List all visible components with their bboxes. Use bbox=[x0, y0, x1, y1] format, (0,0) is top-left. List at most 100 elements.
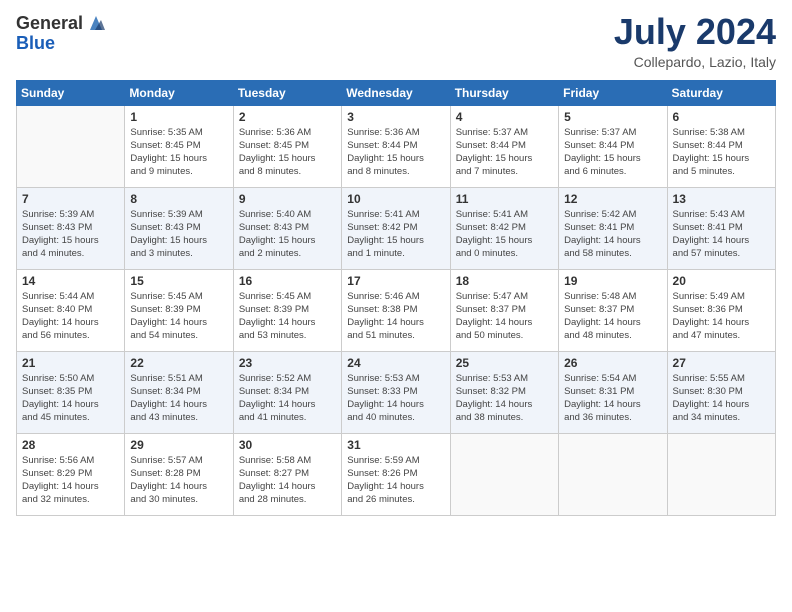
day-number: 31 bbox=[347, 438, 444, 452]
day-number: 21 bbox=[22, 356, 119, 370]
day-info: Sunrise: 5:35 AMSunset: 8:45 PMDaylight:… bbox=[130, 126, 227, 179]
day-number: 10 bbox=[347, 192, 444, 206]
day-number: 20 bbox=[673, 274, 770, 288]
table-row: 9 Sunrise: 5:40 AMSunset: 8:43 PMDaylight… bbox=[233, 187, 341, 269]
table-row: 18Sunrise: 5:47 AMSunset: 8:37 PMDayligh… bbox=[450, 269, 558, 351]
day-number: 15 bbox=[130, 274, 227, 288]
day-info: Sunrise: 5:59 AMSunset: 8:26 PMDaylight:… bbox=[347, 454, 444, 507]
header-sunday: Sunday bbox=[17, 80, 125, 105]
table-row: 5 Sunrise: 5:37 AMSunset: 8:44 PMDaylight… bbox=[559, 105, 667, 187]
day-number: 16 bbox=[239, 274, 336, 288]
header-monday: Monday bbox=[125, 80, 233, 105]
day-info: Sunrise: 5:44 AMSunset: 8:40 PMDaylight:… bbox=[22, 290, 119, 343]
table-row: 17Sunrise: 5:46 AMSunset: 8:38 PMDayligh… bbox=[342, 269, 450, 351]
day-number: 5 bbox=[564, 110, 661, 124]
subtitle: Collepardo, Lazio, Italy bbox=[614, 54, 776, 70]
table-row bbox=[450, 433, 558, 515]
calendar-week-row: 1 Sunrise: 5:35 AMSunset: 8:45 PMDaylight… bbox=[17, 105, 776, 187]
day-info: Sunrise: 5:43 AMSunset: 8:41 PMDaylight:… bbox=[673, 208, 770, 261]
day-info: Sunrise: 5:38 AMSunset: 8:44 PMDaylight:… bbox=[673, 126, 770, 179]
day-info: Sunrise: 5:45 AMSunset: 8:39 PMDaylight:… bbox=[239, 290, 336, 343]
header: General Blue July 2024 Collepardo, Lazio… bbox=[16, 12, 776, 70]
table-row: 14 Sunrise: 5:44 AMSunset: 8:40 PMDayligh… bbox=[17, 269, 125, 351]
calendar-week-row: 21 Sunrise: 5:50 AMSunset: 8:35 PMDayligh… bbox=[17, 351, 776, 433]
table-row: 29 Sunrise: 5:57 AMSunset: 8:28 PMDayligh… bbox=[125, 433, 233, 515]
day-number: 3 bbox=[347, 110, 444, 124]
day-info: Sunrise: 5:50 AMSunset: 8:35 PMDaylight:… bbox=[22, 372, 119, 425]
day-info: Sunrise: 5:52 AMSunset: 8:34 PMDaylight:… bbox=[239, 372, 336, 425]
day-number: 7 bbox=[22, 192, 119, 206]
table-row: 8 Sunrise: 5:39 AMSunset: 8:43 PMDaylight… bbox=[125, 187, 233, 269]
day-number: 14 bbox=[22, 274, 119, 288]
logo-icon bbox=[85, 12, 107, 34]
day-number: 22 bbox=[130, 356, 227, 370]
day-info: Sunrise: 5:47 AMSunset: 8:37 PMDaylight:… bbox=[456, 290, 553, 343]
day-info: Sunrise: 5:55 AMSunset: 8:30 PMDaylight:… bbox=[673, 372, 770, 425]
day-info: Sunrise: 5:42 AMSunset: 8:41 PMDaylight:… bbox=[564, 208, 661, 261]
day-info: Sunrise: 5:49 AMSunset: 8:36 PMDaylight:… bbox=[673, 290, 770, 343]
table-row: 2 Sunrise: 5:36 AMSunset: 8:45 PMDaylight… bbox=[233, 105, 341, 187]
day-number: 9 bbox=[239, 192, 336, 206]
title-block: July 2024 Collepardo, Lazio, Italy bbox=[614, 12, 776, 70]
day-info: Sunrise: 5:41 AMSunset: 8:42 PMDaylight:… bbox=[456, 208, 553, 261]
table-row bbox=[17, 105, 125, 187]
header-friday: Friday bbox=[559, 80, 667, 105]
day-number: 27 bbox=[673, 356, 770, 370]
table-row: 13Sunrise: 5:43 AMSunset: 8:41 PMDayligh… bbox=[667, 187, 775, 269]
day-info: Sunrise: 5:39 AMSunset: 8:43 PMDaylight:… bbox=[130, 208, 227, 261]
day-number: 25 bbox=[456, 356, 553, 370]
logo: General Blue bbox=[16, 12, 107, 52]
table-row: 3 Sunrise: 5:36 AMSunset: 8:44 PMDaylight… bbox=[342, 105, 450, 187]
table-row: 31 Sunrise: 5:59 AMSunset: 8:26 PMDayligh… bbox=[342, 433, 450, 515]
day-number: 19 bbox=[564, 274, 661, 288]
table-row: 30 Sunrise: 5:58 AMSunset: 8:27 PMDayligh… bbox=[233, 433, 341, 515]
day-info: Sunrise: 5:51 AMSunset: 8:34 PMDaylight:… bbox=[130, 372, 227, 425]
day-info: Sunrise: 5:54 AMSunset: 8:31 PMDaylight:… bbox=[564, 372, 661, 425]
day-number: 24 bbox=[347, 356, 444, 370]
day-info: Sunrise: 5:41 AMSunset: 8:42 PMDaylight:… bbox=[347, 208, 444, 261]
table-row: 10 Sunrise: 5:41 AMSunset: 8:42 PMDayligh… bbox=[342, 187, 450, 269]
day-info: Sunrise: 5:36 AMSunset: 8:44 PMDaylight:… bbox=[347, 126, 444, 179]
day-info: Sunrise: 5:37 AMSunset: 8:44 PMDaylight:… bbox=[564, 126, 661, 179]
table-row bbox=[667, 433, 775, 515]
day-number: 6 bbox=[673, 110, 770, 124]
calendar-week-row: 7 Sunrise: 5:39 AMSunset: 8:43 PMDaylight… bbox=[17, 187, 776, 269]
day-info: Sunrise: 5:45 AMSunset: 8:39 PMDaylight:… bbox=[130, 290, 227, 343]
table-row: 26 Sunrise: 5:54 AMSunset: 8:31 PMDayligh… bbox=[559, 351, 667, 433]
day-info: Sunrise: 5:37 AMSunset: 8:44 PMDaylight:… bbox=[456, 126, 553, 179]
table-row: 6 Sunrise: 5:38 AMSunset: 8:44 PMDaylight… bbox=[667, 105, 775, 187]
day-number: 30 bbox=[239, 438, 336, 452]
table-row: 4Sunrise: 5:37 AMSunset: 8:44 PMDaylight… bbox=[450, 105, 558, 187]
day-info: Sunrise: 5:57 AMSunset: 8:28 PMDaylight:… bbox=[130, 454, 227, 507]
main-title: July 2024 bbox=[614, 12, 776, 52]
day-number: 1 bbox=[130, 110, 227, 124]
table-row bbox=[559, 433, 667, 515]
calendar-week-row: 28Sunrise: 5:56 AMSunset: 8:29 PMDayligh… bbox=[17, 433, 776, 515]
table-row: 15 Sunrise: 5:45 AMSunset: 8:39 PMDayligh… bbox=[125, 269, 233, 351]
day-number: 2 bbox=[239, 110, 336, 124]
table-row: 27 Sunrise: 5:55 AMSunset: 8:30 PMDayligh… bbox=[667, 351, 775, 433]
days-header-row: Sunday Monday Tuesday Wednesday Thursday… bbox=[17, 80, 776, 105]
calendar-week-row: 14 Sunrise: 5:44 AMSunset: 8:40 PMDayligh… bbox=[17, 269, 776, 351]
table-row: 22 Sunrise: 5:51 AMSunset: 8:34 PMDayligh… bbox=[125, 351, 233, 433]
header-wednesday: Wednesday bbox=[342, 80, 450, 105]
day-number: 26 bbox=[564, 356, 661, 370]
table-row: 25Sunrise: 5:53 AMSunset: 8:32 PMDayligh… bbox=[450, 351, 558, 433]
logo-general: General bbox=[16, 14, 83, 32]
table-row: 20 Sunrise: 5:49 AMSunset: 8:36 PMDayligh… bbox=[667, 269, 775, 351]
day-info: Sunrise: 5:39 AMSunset: 8:43 PMDaylight:… bbox=[22, 208, 119, 261]
table-row: 24Sunrise: 5:53 AMSunset: 8:33 PMDayligh… bbox=[342, 351, 450, 433]
day-info: Sunrise: 5:58 AMSunset: 8:27 PMDaylight:… bbox=[239, 454, 336, 507]
day-info: Sunrise: 5:46 AMSunset: 8:38 PMDaylight:… bbox=[347, 290, 444, 343]
day-info: Sunrise: 5:40 AMSunset: 8:43 PMDaylight:… bbox=[239, 208, 336, 261]
table-row: 1 Sunrise: 5:35 AMSunset: 8:45 PMDaylight… bbox=[125, 105, 233, 187]
day-number: 28 bbox=[22, 438, 119, 452]
day-number: 11 bbox=[456, 192, 553, 206]
day-number: 8 bbox=[130, 192, 227, 206]
day-number: 29 bbox=[130, 438, 227, 452]
table-row: 12Sunrise: 5:42 AMSunset: 8:41 PMDayligh… bbox=[559, 187, 667, 269]
header-thursday: Thursday bbox=[450, 80, 558, 105]
day-info: Sunrise: 5:36 AMSunset: 8:45 PMDaylight:… bbox=[239, 126, 336, 179]
table-row: 21 Sunrise: 5:50 AMSunset: 8:35 PMDayligh… bbox=[17, 351, 125, 433]
header-saturday: Saturday bbox=[667, 80, 775, 105]
